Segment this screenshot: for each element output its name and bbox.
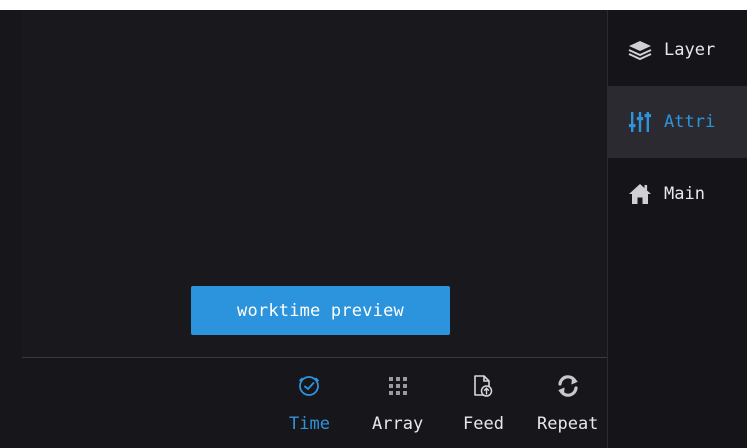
toolbar-item-label: Feed: [463, 414, 504, 434]
sidebar-item-main[interactable]: Main: [608, 158, 747, 230]
grid-icon: [384, 372, 412, 400]
sidebar: Layer Attri Main: [608, 10, 747, 448]
toolbar-item-repeat[interactable]: Repeat: [537, 372, 598, 448]
sliders-icon: [626, 108, 654, 136]
toolbar-item-label: Repeat: [537, 414, 599, 434]
layers-icon: [626, 36, 654, 64]
sidebar-item-layer[interactable]: Layer: [608, 14, 747, 86]
sidebar-item-label: Attri: [664, 112, 716, 132]
toolbar-item-time[interactable]: Time: [289, 372, 330, 448]
toolbar-item-label: Time: [289, 414, 330, 434]
sidebar-item-label: Main: [664, 184, 705, 204]
repeat-icon: [554, 372, 582, 400]
app-screen: worktime preview Time Array Feed Repeat …: [0, 10, 747, 448]
file-upload-icon: [469, 372, 497, 400]
toolbar-item-array[interactable]: Array: [372, 372, 423, 448]
home-icon: [626, 180, 654, 208]
worktime-preview-button[interactable]: worktime preview: [191, 286, 450, 335]
clock-icon: [295, 372, 323, 400]
toolbar-item-feed[interactable]: Feed: [463, 372, 504, 448]
toolbar-divider: [22, 357, 614, 358]
toolbar-item-label: Array: [372, 414, 424, 434]
sidebar-item-attri[interactable]: Attri: [608, 86, 747, 158]
sidebar-item-label: Layer: [664, 40, 716, 60]
